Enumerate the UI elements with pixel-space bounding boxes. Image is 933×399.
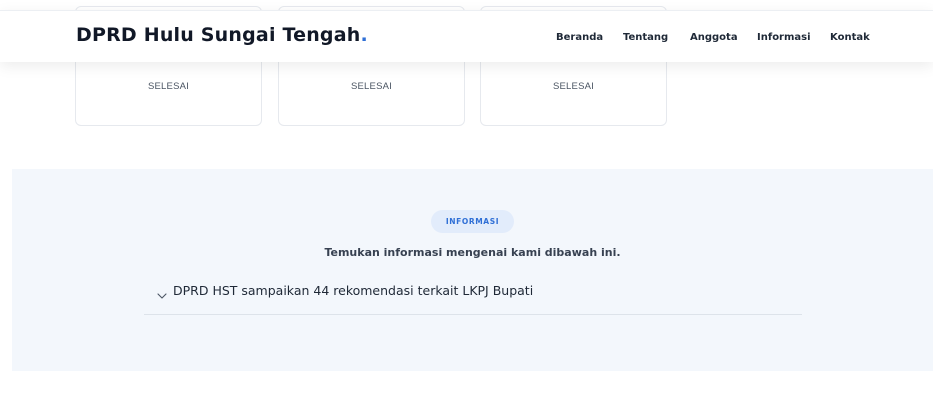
nav-item-anggota[interactable]: Anggota xyxy=(690,32,738,43)
faq-item[interactable]: DPRD HST sampaikan 44 rekomendasi terkai… xyxy=(144,277,802,315)
chevron-down-icon xyxy=(157,286,167,299)
main-nav: Beranda Tentang Anggota Informasi Kontak xyxy=(0,32,933,48)
faq-question: DPRD HST sampaikan 44 rekomendasi terkai… xyxy=(173,283,534,298)
info-section: INFORMASI Temukan informasi mengenai kam… xyxy=(12,169,933,371)
card-status-label: SELESAI xyxy=(147,81,189,92)
nav-item-informasi[interactable]: Informasi xyxy=(757,32,811,43)
page: SELESAI SELESAI SELESAI DPRD Hulu Sungai… xyxy=(0,0,933,399)
nav-item-beranda[interactable]: Beranda xyxy=(556,32,603,43)
site-header: DPRD Hulu Sungai Tengah. Beranda Tentang… xyxy=(0,10,933,62)
nav-item-tentang[interactable]: Tentang xyxy=(623,32,668,43)
card-status-label: SELESAI xyxy=(350,81,392,92)
section-badge: INFORMASI xyxy=(431,210,514,233)
section-subtitle: Temukan informasi mengenai kami dibawah … xyxy=(324,246,621,259)
nav-item-kontak[interactable]: Kontak xyxy=(830,32,870,43)
card-status-label: SELESAI xyxy=(552,81,594,92)
